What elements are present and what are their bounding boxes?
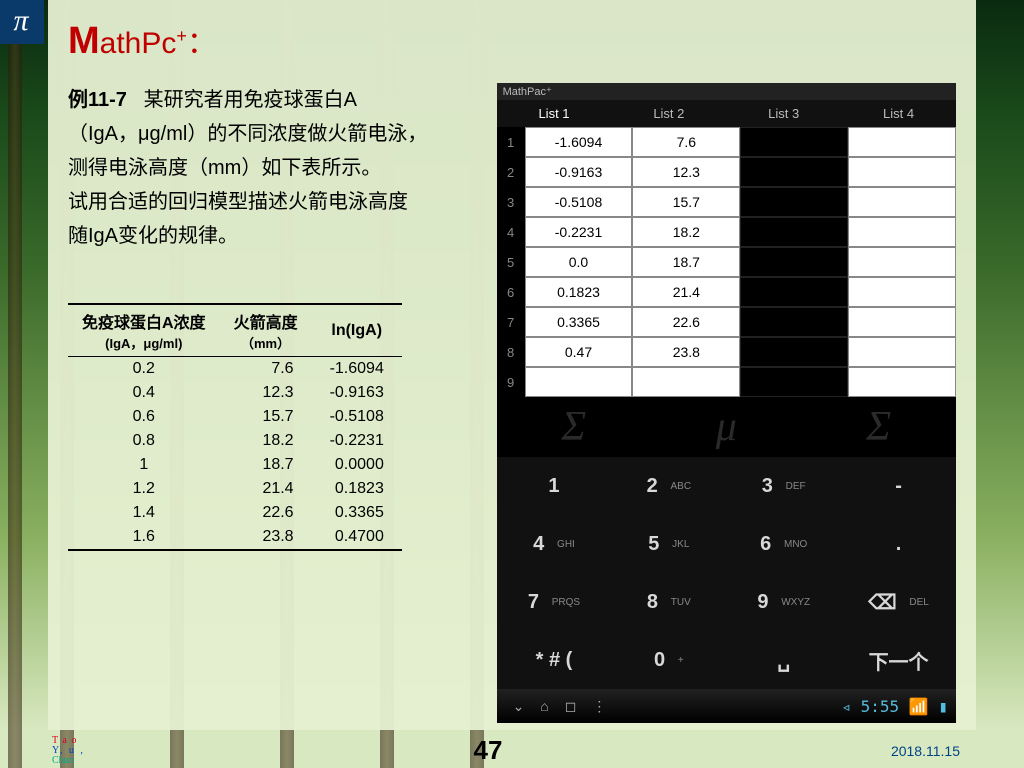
- row-index: 8: [497, 337, 525, 367]
- list-cell-input[interactable]: [848, 187, 956, 217]
- slide-date: 2018.11.15: [891, 743, 960, 759]
- slide-body: MathPc+： 例11-7 某研究者用免疫球蛋白A （IgA，μg/ml）的不…: [48, 0, 976, 730]
- app-title-bar: MathPac⁺: [497, 83, 956, 100]
- list-tab[interactable]: List 4: [841, 100, 956, 127]
- list-cell-input[interactable]: [525, 157, 633, 187]
- list-cell-input[interactable]: [740, 277, 848, 307]
- list-cell-input[interactable]: [525, 367, 633, 397]
- nav-icon[interactable]: ⌂: [540, 698, 548, 714]
- list-cell-input[interactable]: [632, 187, 740, 217]
- keypad-key[interactable]: 4 GHI: [497, 515, 612, 573]
- keypad-key[interactable]: ⌫ DEL: [841, 573, 956, 631]
- list-cell-input[interactable]: [525, 187, 633, 217]
- list-cell-input[interactable]: [632, 217, 740, 247]
- list-cell-input[interactable]: [740, 247, 848, 277]
- table-header: ln(IgA): [312, 304, 402, 357]
- nav-icon[interactable]: ⌄: [513, 698, 525, 714]
- problem-text: 例11-7 某研究者用免疫球蛋白A （IgA，μg/ml）的不同浓度做火箭电泳，…: [68, 83, 487, 253]
- keypad-key[interactable]: .: [841, 515, 956, 573]
- list-cell-input[interactable]: [632, 307, 740, 337]
- page-number: 47: [473, 735, 502, 766]
- list-cell-input[interactable]: [848, 337, 956, 367]
- list-cell-input[interactable]: [740, 127, 848, 157]
- row-index: 9: [497, 367, 525, 397]
- keypad-key[interactable]: 9 WXYZ: [726, 573, 841, 631]
- row-index: 1: [497, 127, 525, 157]
- list-cell-input[interactable]: [848, 277, 956, 307]
- row-index: 6: [497, 277, 525, 307]
- table-row: 1.422.60.3365: [68, 501, 402, 525]
- keypad-key[interactable]: 5 JKL: [611, 515, 726, 573]
- keypad-key[interactable]: 6 MNO: [726, 515, 841, 573]
- list-cell-input[interactable]: [525, 247, 633, 277]
- data-table: 免疫球蛋白A浓度(IgA，μg/ml)火箭高度（mm）ln(IgA) 0.27.…: [68, 303, 402, 551]
- phone-mock: MathPac⁺ List 1List 2List 3List 4 123456…: [497, 83, 956, 723]
- list-tabs[interactable]: List 1List 2List 3List 4: [497, 100, 956, 127]
- list-cell-input[interactable]: [848, 157, 956, 187]
- table-row: 1.221.40.1823: [68, 477, 402, 501]
- table-row: 1.623.80.4700: [68, 525, 402, 550]
- table-row: 0.818.2-0.2231: [68, 429, 402, 453]
- nav-icon[interactable]: ⋮: [592, 698, 606, 714]
- list-cell-input[interactable]: [525, 277, 633, 307]
- nav-icon[interactable]: ◻: [565, 698, 577, 714]
- keypad-key[interactable]: ␣: [726, 631, 841, 689]
- table-header: 免疫球蛋白A浓度(IgA，μg/ml): [68, 304, 220, 357]
- android-navbar[interactable]: ⌄⌂◻⋮ ◃ 5:55 📶 ▮: [497, 689, 956, 723]
- list-cell-input[interactable]: [848, 307, 956, 337]
- list-cell-input[interactable]: [848, 217, 956, 247]
- row-index: 7: [497, 307, 525, 337]
- list-cell-input[interactable]: [632, 367, 740, 397]
- list-cell-input[interactable]: [525, 307, 633, 337]
- keypad-key[interactable]: 7 PRQS: [497, 573, 612, 631]
- table-row: 0.615.7-0.5108: [68, 405, 402, 429]
- keypad-key[interactable]: * # (: [497, 631, 612, 689]
- page-title: MathPc+：: [68, 18, 956, 63]
- decorative-sigma: ΣμΣ: [497, 397, 956, 457]
- author-stamp: T a o Y, u , Chun: [52, 736, 85, 766]
- list-tab[interactable]: List 2: [611, 100, 726, 127]
- list-cell-input[interactable]: [632, 157, 740, 187]
- list-cell-input[interactable]: [632, 337, 740, 367]
- list-cell-input[interactable]: [848, 127, 956, 157]
- row-index: 2: [497, 157, 525, 187]
- keypad-key[interactable]: 1: [497, 457, 612, 515]
- slide-footer: T a o Y, u , Chun 47 2018.11.15: [48, 735, 976, 768]
- row-index: 3: [497, 187, 525, 217]
- keypad-key[interactable]: -: [841, 457, 956, 515]
- list-cell-input[interactable]: [632, 247, 740, 277]
- list-cell-input[interactable]: [848, 367, 956, 397]
- row-index: 4: [497, 217, 525, 247]
- list-cell-input[interactable]: [525, 217, 633, 247]
- keypad-key[interactable]: 下一个: [841, 631, 956, 689]
- list-cell-input[interactable]: [632, 277, 740, 307]
- table-row: 0.412.3-0.9163: [68, 381, 402, 405]
- keypad-key[interactable]: 0 +: [611, 631, 726, 689]
- table-row: 0.27.6-1.6094: [68, 357, 402, 382]
- list-cell-input[interactable]: [740, 217, 848, 247]
- table-row: 118.70.0000: [68, 453, 402, 477]
- list-cell-input[interactable]: [740, 157, 848, 187]
- table-header: 火箭高度（mm）: [220, 304, 312, 357]
- keypad-key[interactable]: 3 DEF: [726, 457, 841, 515]
- list-cell-input[interactable]: [632, 127, 740, 157]
- pi-icon: π: [0, 0, 44, 44]
- keypad-key[interactable]: 2 ABC: [611, 457, 726, 515]
- keypad[interactable]: 12 ABC3 DEF- 4 GHI5 JKL6 MNO. 7 PRQS8 TUV9…: [497, 457, 956, 689]
- list-tab[interactable]: List 1: [497, 100, 612, 127]
- list-cell-input[interactable]: [740, 187, 848, 217]
- list-cell-input[interactable]: [525, 337, 633, 367]
- list-cell-input[interactable]: [740, 367, 848, 397]
- list-tab[interactable]: List 3: [726, 100, 841, 127]
- row-index: 5: [497, 247, 525, 277]
- list-cell-input[interactable]: [525, 127, 633, 157]
- keypad-key[interactable]: 8 TUV: [611, 573, 726, 631]
- list-cell-input[interactable]: [848, 247, 956, 277]
- list-editor[interactable]: 123456789: [497, 127, 956, 397]
- list-cell-input[interactable]: [740, 307, 848, 337]
- list-cell-input[interactable]: [740, 337, 848, 367]
